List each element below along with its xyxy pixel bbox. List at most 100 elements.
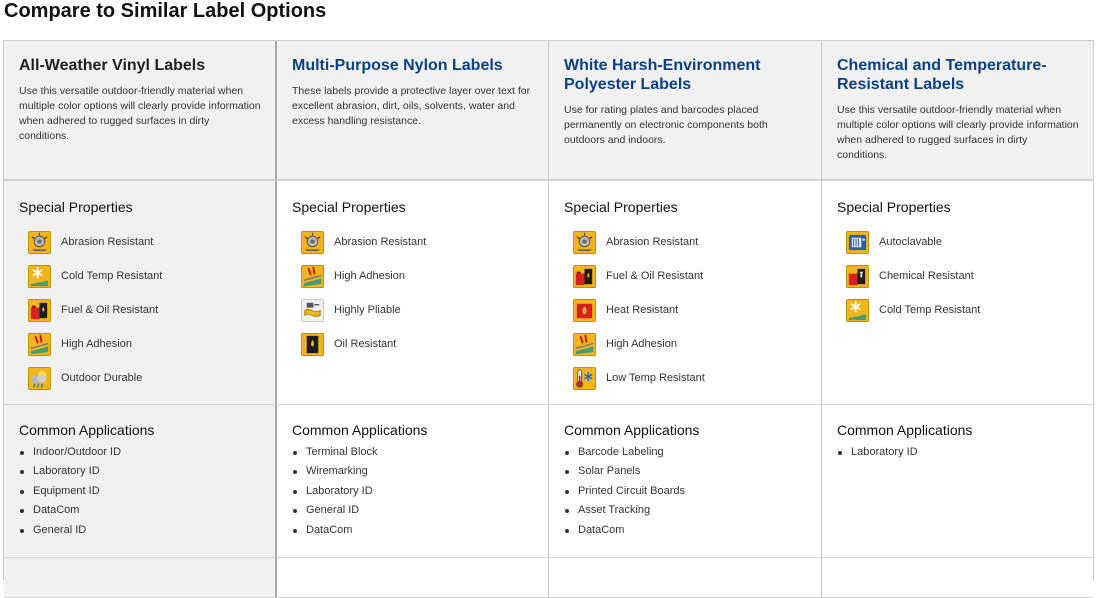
property-label: Low Temp Resistant [606, 372, 705, 384]
property-list: Abrasion Resistant High Adhesion Highly Pl… [292, 225, 534, 361]
property-label: Fuel & Oil Resistant [61, 304, 159, 316]
weather-icon [28, 366, 51, 390]
property-label: Cold Temp Resistant [879, 304, 981, 316]
application-item: Laboratory ID [837, 443, 1079, 462]
pliable-icon [301, 298, 324, 322]
property-label: High Adhesion [61, 338, 132, 350]
application-item: Barcode Labeling [564, 443, 807, 462]
section-heading: Special Properties [837, 199, 951, 215]
chemical-icon [846, 264, 869, 288]
product-title: All-Weather Vinyl Labels [19, 57, 206, 74]
property-item: Cold Temp Resistant [846, 293, 1079, 327]
comparison-table: All-Weather Vinyl Labels Use this versat… [3, 40, 1094, 598]
property-list: Autoclavable Chemical Resistant Cold Temp … [837, 225, 1079, 327]
property-item: High Adhesion [301, 259, 534, 293]
section-heading: Special Properties [292, 199, 406, 215]
special-properties-vinyl: Special Properties Abrasion Resistant Col… [4, 181, 277, 405]
property-label: Chemical Resistant [879, 270, 974, 282]
next-row-cell [822, 558, 1093, 598]
property-label: Cold Temp Resistant [61, 270, 163, 282]
application-item: DataCom [564, 521, 807, 540]
adhesion-icon [573, 332, 596, 356]
special-properties-nylon: Special Properties Abrasion Resistant Hig… [277, 181, 549, 405]
product-header-polyester: White Harsh-Environment Polyester Labels… [549, 41, 822, 181]
property-item: Abrasion Resistant [573, 225, 807, 259]
snowflake-icon [28, 264, 51, 288]
section-heading: Special Properties [19, 199, 133, 215]
common-applications-nylon: Common Applications Terminal Block Wirema… [277, 405, 549, 558]
application-item: General ID [292, 501, 534, 520]
next-row-cell [549, 558, 822, 598]
product-description: Use this versatile outdoor-friendly mate… [19, 85, 261, 142]
property-item: Oil Resistant [301, 327, 534, 361]
property-label: Highly Pliable [334, 304, 401, 316]
property-list: Abrasion Resistant Cold Temp Resistant Fue… [19, 225, 261, 395]
application-item: DataCom [292, 521, 534, 540]
section-heading: Common Applications [19, 422, 155, 438]
application-list: Barcode Labeling Solar Panels Printed Circ… [564, 443, 807, 540]
property-label: Heat Resistant [606, 304, 679, 316]
common-applications-polyester: Common Applications Barcode Labeling Sola… [549, 405, 822, 558]
property-item: Abrasion Resistant [301, 225, 534, 259]
adhesion-icon [301, 264, 324, 288]
product-header-vinyl: All-Weather Vinyl Labels Use this versat… [4, 41, 277, 181]
application-item: DataCom [19, 501, 261, 520]
product-title-link[interactable]: Chemical and Temperature-Resistant Label… [837, 56, 1079, 94]
property-item: Outdoor Durable [28, 361, 261, 395]
application-item: Laboratory ID [19, 462, 261, 481]
heat-icon [573, 298, 596, 322]
autoclave-icon [846, 230, 869, 254]
application-item: Indoor/Outdoor ID [19, 443, 261, 462]
application-item: Terminal Block [292, 443, 534, 462]
property-item: Autoclavable [846, 225, 1079, 259]
abrasion-icon [28, 230, 51, 254]
next-row-cell [4, 558, 277, 598]
property-item: Heat Resistant [573, 293, 807, 327]
application-item: Laboratory ID [292, 482, 534, 501]
property-item: Highly Pliable [301, 293, 534, 327]
common-applications-vinyl: Common Applications Indoor/Outdoor ID Lab… [4, 405, 277, 558]
product-header-nylon: Multi-Purpose Nylon Labels These labels … [277, 41, 549, 181]
property-item: High Adhesion [28, 327, 261, 361]
product-description: These labels provide a protective layer … [292, 85, 531, 127]
property-item: Low Temp Resistant [573, 361, 807, 395]
application-item: Asset Tracking [564, 501, 807, 520]
oil-drop-icon [301, 332, 324, 356]
property-item: High Adhesion [573, 327, 807, 361]
special-properties-polyester: Special Properties Abrasion Resistant Fue… [549, 181, 822, 405]
property-item: Fuel & Oil Resistant [573, 259, 807, 293]
abrasion-icon [573, 230, 596, 254]
special-properties-chemical: Special Properties Autoclavable Chemical … [822, 181, 1093, 405]
section-heading: Common Applications [564, 422, 700, 438]
product-title-link[interactable]: White Harsh-Environment Polyester Labels [564, 56, 807, 94]
property-item: Abrasion Resistant [28, 225, 261, 259]
property-label: Abrasion Resistant [334, 236, 427, 248]
application-list: Terminal Block Wiremarking Laboratory ID Ge… [292, 443, 534, 540]
fuel-oil-icon [573, 264, 596, 288]
product-header-chemical: Chemical and Temperature-Resistant Label… [822, 41, 1093, 181]
application-item: Printed Circuit Boards [564, 482, 807, 501]
next-row-cell [277, 558, 549, 598]
property-label: Abrasion Resistant [606, 236, 699, 248]
section-heading: Special Properties [564, 199, 678, 215]
property-item: Cold Temp Resistant [28, 259, 261, 293]
property-label: Fuel & Oil Resistant [606, 270, 704, 282]
property-item: Fuel & Oil Resistant [28, 293, 261, 327]
adhesion-icon [28, 332, 51, 356]
application-item: Wiremarking [292, 462, 534, 481]
product-description: Use for rating plates and barcodes place… [564, 104, 768, 146]
common-applications-chemical: Common Applications Laboratory ID [822, 405, 1093, 558]
product-description: Use this versatile outdoor-friendly mate… [837, 104, 1079, 161]
fuel-oil-icon [28, 298, 51, 322]
page-title: Compare to Similar Label Options [4, 0, 327, 22]
thermometer-icon [573, 366, 596, 390]
snowflake-icon [846, 298, 869, 322]
product-title-link[interactable]: Multi-Purpose Nylon Labels [292, 56, 534, 75]
property-label: Autoclavable [879, 236, 942, 248]
property-label: High Adhesion [334, 270, 405, 282]
abrasion-icon [301, 230, 324, 254]
application-item: Solar Panels [564, 462, 807, 481]
property-label: Outdoor Durable [61, 372, 143, 384]
property-list: Abrasion Resistant Fuel & Oil Resistant He… [564, 225, 807, 395]
property-item: Chemical Resistant [846, 259, 1079, 293]
